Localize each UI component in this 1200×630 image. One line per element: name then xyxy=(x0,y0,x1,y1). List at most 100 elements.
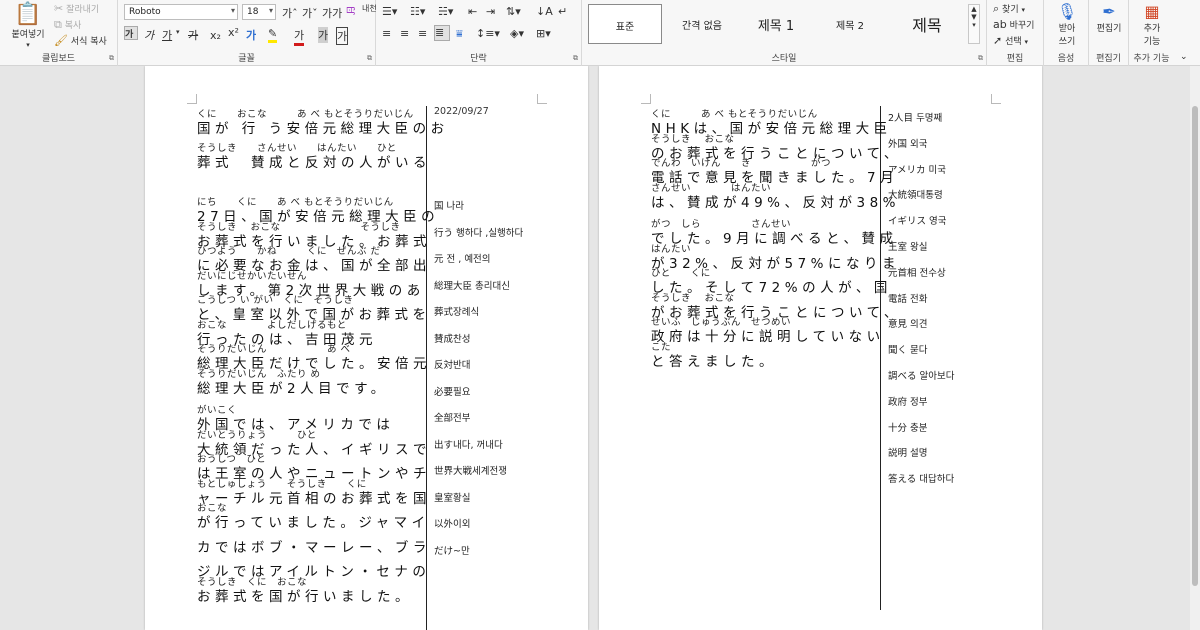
vocabulary-entry[interactable]: 答える 대답하다 xyxy=(888,471,954,485)
bold-button[interactable]: 가 xyxy=(124,26,138,40)
increase-indent-button[interactable]: ⇥ xyxy=(486,5,495,18)
numbering-button[interactable]: ☷▾ xyxy=(410,5,425,18)
style-title[interactable]: 제목 xyxy=(888,4,966,44)
document-canvas[interactable]: 2022/09/27 くに おこな あ べ もとそうりだいじん 国が 行 う安倍元… xyxy=(0,66,1200,630)
vocabulary-entry[interactable]: 外国 외국 xyxy=(888,136,928,150)
vocabulary-entry[interactable]: 元首相 전수상 xyxy=(888,265,946,279)
font-size-combobox[interactable]: 18 ▾ xyxy=(242,4,276,20)
align-center-button[interactable]: ≡ xyxy=(400,27,409,40)
style-heading2[interactable]: 제목 2 xyxy=(814,4,886,44)
vocabulary-entry[interactable]: 電話 전화 xyxy=(888,291,928,305)
subscript-button[interactable]: x₂ xyxy=(210,29,221,42)
style-no-spacing[interactable]: 간격 없음 xyxy=(666,4,738,44)
style-normal[interactable]: 표준 xyxy=(588,4,662,44)
multilevel-list-button[interactable]: ☵▾ xyxy=(438,5,453,18)
vocabulary-entry[interactable]: 皇室황실 xyxy=(434,490,470,504)
vocabulary-entry[interactable]: 大統領대통령 xyxy=(888,187,943,201)
text-line[interactable]: カではボブ・マーレー、ブラ xyxy=(197,536,431,556)
dialog-launcher-icon[interactable]: ⧉ xyxy=(367,54,372,63)
vocabulary-entry[interactable]: 出す내다, 꺼내다 xyxy=(434,437,503,451)
font-color-button[interactable]: 가 xyxy=(294,27,305,46)
vocabulary-entry[interactable]: アメリカ 미국 xyxy=(888,162,946,176)
distribute-button[interactable]: ⩸ xyxy=(456,27,463,41)
change-case-button[interactable]: 가가 xyxy=(322,5,342,21)
phonetic-guide-button[interactable]: 내천 xyxy=(362,3,377,14)
copy-button[interactable]: ⧉ 복사 xyxy=(54,18,81,32)
addins-button[interactable]: ▦ 추가 기능 xyxy=(1133,2,1171,47)
vocabulary-entry[interactable]: 世界大戦세계전쟁 xyxy=(434,463,507,477)
vocabulary-entry[interactable]: 意見 의견 xyxy=(888,316,928,330)
vocabulary-entry[interactable]: 葬式장례식 xyxy=(434,304,479,318)
underline-button[interactable]: 가 xyxy=(162,27,172,43)
dictate-button[interactable]: 🎙 받아 쓰기 xyxy=(1048,2,1086,47)
styles-scroll[interactable]: ▲ ▼ ▾ xyxy=(968,4,980,44)
dialog-launcher-icon[interactable]: ⧉ xyxy=(573,54,578,63)
find-button[interactable]: ⌕ 찾기 ▾ xyxy=(993,2,1025,16)
vocabulary-entry[interactable]: だけ~만 xyxy=(434,543,470,557)
justify-button[interactable]: ≣ xyxy=(434,25,450,41)
cut-button[interactable]: ✂ 잘라내기 xyxy=(54,2,99,15)
text-line[interactable]: 総理大臣が2人目です。 xyxy=(197,377,389,397)
vocabulary-entry[interactable]: 国 나라 xyxy=(434,198,464,212)
vocabulary-entry[interactable]: 王室 왕실 xyxy=(888,239,928,253)
replace-button[interactable]: ab 바꾸기 xyxy=(993,18,1034,31)
page-2[interactable]: くに あ べ もとそうりだいじん NHKは、国が安倍元総理大臣 そうしき おこな のお… xyxy=(599,66,1042,630)
vocabulary-entry[interactable]: 以外이외 xyxy=(434,516,470,530)
text-line[interactable]: が行っていました。ジャマイ xyxy=(197,511,430,531)
select-button[interactable]: ➚ 선택 ▾ xyxy=(993,34,1028,47)
vocabulary-entry[interactable]: 賛成찬성 xyxy=(434,331,470,345)
align-left-button[interactable]: ≡ xyxy=(382,27,391,40)
vocabulary-entry[interactable]: 調べる 알아보다 xyxy=(888,368,954,382)
vocabulary-entry[interactable]: 聞く 묻다 xyxy=(888,342,928,356)
dialog-launcher-icon[interactable]: ⧉ xyxy=(109,54,114,63)
text-line[interactable]: は、賛成が49%、反対が38% xyxy=(651,191,900,211)
vocabulary-entry[interactable]: 政府 정부 xyxy=(888,394,928,408)
text-line[interactable]: ャーチル元首相のお葬式を国 xyxy=(197,487,431,507)
text-line[interactable]: お葬式を国が行いました。 xyxy=(197,585,413,605)
vocabulary-entry[interactable]: 元 전 , 예전의 xyxy=(434,251,491,265)
superscript-button[interactable]: x² xyxy=(228,26,239,39)
grow-font-button[interactable]: 가ˆ xyxy=(282,5,298,21)
dialog-launcher-icon[interactable]: ⧉ xyxy=(978,54,983,63)
align-right-button[interactable]: ≡ xyxy=(418,27,427,40)
text-effects-button[interactable]: 가 xyxy=(246,27,256,43)
vocabulary-entry[interactable]: イギリス 영국 xyxy=(888,213,947,227)
scroll-thumb[interactable] xyxy=(1192,106,1198,586)
line-spacing-button[interactable]: ↕≡▾ xyxy=(476,27,500,40)
vocabulary-entry[interactable]: 総理大臣 총리대신 xyxy=(434,278,510,292)
sort-asian-button[interactable]: ⇅▾ xyxy=(506,5,521,18)
paste-button[interactable]: 📋 붙여넣기 ▾ xyxy=(8,2,48,50)
font-name-combobox[interactable]: Roboto ▾ xyxy=(124,4,238,20)
vocabulary-entry[interactable]: 2人目 두명째 xyxy=(888,110,942,124)
vocabulary-entry[interactable]: 十分 충분 xyxy=(888,420,928,434)
shading-button[interactable]: ◈▾ xyxy=(510,27,524,40)
highlight-button[interactable]: ✎ xyxy=(268,27,278,43)
text-line[interactable]: と答えました。 xyxy=(651,350,777,370)
char-shading-button[interactable]: 가 xyxy=(318,27,329,43)
text-line[interactable]: 葬式 賛成と反対の人がいる xyxy=(197,151,431,171)
text-line[interactable]: 政府は十分に説明していない xyxy=(651,325,885,345)
style-heading1[interactable]: 제목 1 xyxy=(740,4,812,44)
enclose-char-button[interactable]: 가 xyxy=(336,27,349,45)
vocabulary-entry[interactable]: 全部전부 xyxy=(434,410,470,424)
sort-button[interactable]: ↓A xyxy=(536,5,553,18)
italic-button[interactable]: 가 xyxy=(144,27,154,43)
borders-button[interactable]: ⊞▾ xyxy=(536,27,551,40)
decrease-indent-button[interactable]: ⇤ xyxy=(468,5,477,18)
vocabulary-entry[interactable]: 説明 설명 xyxy=(888,445,928,459)
page-1[interactable]: 2022/09/27 くに おこな あ べ もとそうりだいじん 国が 行 う安倍元… xyxy=(145,66,588,630)
show-marks-button[interactable]: ↵ xyxy=(558,5,567,18)
editor-button[interactable]: ✒ 편집기 xyxy=(1091,2,1127,34)
text-line[interactable]: 国が 行 う安倍元総理大臣のお xyxy=(197,117,449,137)
shrink-font-button[interactable]: 가ˇ xyxy=(302,5,318,21)
vertical-scrollbar[interactable] xyxy=(1190,66,1200,630)
vocabulary-entry[interactable]: 反対반대 xyxy=(434,357,470,371)
bullets-button[interactable]: ☰▾ xyxy=(382,5,397,18)
collapse-ribbon-button[interactable]: ⌄ xyxy=(1180,52,1188,62)
underline-dropdown[interactable]: ▾ xyxy=(176,27,180,37)
clear-format-button[interactable]: ꕓ xyxy=(346,5,356,19)
vocabulary-entry[interactable]: 行う 행하다 ,실행하다 xyxy=(434,225,523,239)
strikethrough-button[interactable]: 가 xyxy=(188,27,198,43)
format-painter-button[interactable]: 🖌 서식 복사 xyxy=(54,34,107,47)
vocabulary-entry[interactable]: 必要필요 xyxy=(434,384,470,398)
